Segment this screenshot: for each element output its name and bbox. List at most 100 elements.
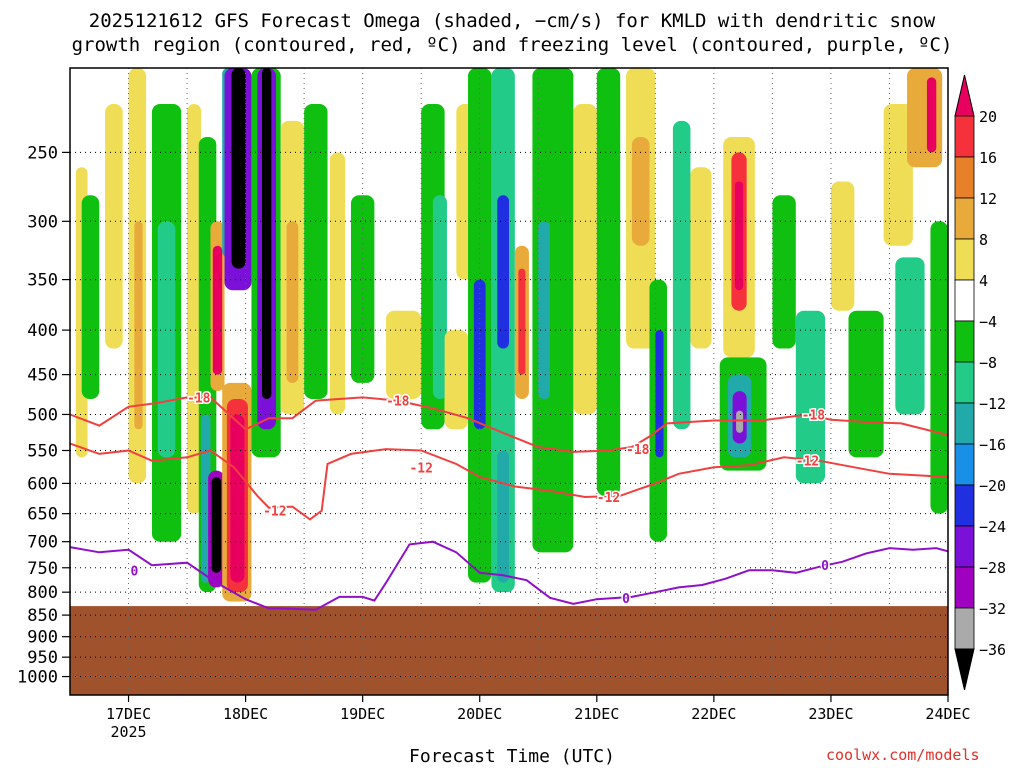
colorbar-top-triangle xyxy=(954,74,975,117)
contour-label-freezing: 0 xyxy=(821,559,829,574)
y-tick-label: 600 xyxy=(27,474,58,494)
x-year-label: 2025 xyxy=(110,723,146,741)
colorbar-swatch xyxy=(954,484,975,527)
colorbar-tick-label: −16 xyxy=(979,436,1006,454)
omega-shade-cell xyxy=(672,120,691,430)
chart-canvas: -18 -18 -18 -18 -12 -12 -12 -12 0 0 0 250 300 350 400 4… xyxy=(17,67,1006,741)
omega-shade-cell xyxy=(81,195,100,400)
x-tick-label: 20DEC xyxy=(457,705,502,723)
colorbar-tick-label: −12 xyxy=(979,395,1006,413)
omega-shade-cell xyxy=(261,68,272,400)
omega-shade-cell xyxy=(286,221,299,383)
y-tick-label: 1000 xyxy=(17,668,58,688)
omega-shade-cell xyxy=(772,195,796,349)
colorbar-swatch xyxy=(954,115,975,158)
y-tick-label: 950 xyxy=(27,648,58,668)
omega-shade-cell xyxy=(329,152,346,415)
colorbar-tick-label: −32 xyxy=(979,600,1006,618)
colorbar-tick-label: −28 xyxy=(979,559,1006,577)
contour-label-freezing: 0 xyxy=(130,564,138,579)
omega-shade-cell xyxy=(231,68,246,269)
colorbar-swatch xyxy=(954,607,975,650)
omega-shade-cell xyxy=(736,410,744,433)
colorbar-swatch xyxy=(954,566,975,609)
omega-shade-cell xyxy=(631,136,650,246)
omega-shade-cell xyxy=(230,414,245,583)
ground-area xyxy=(70,606,948,695)
omega-shade-cell xyxy=(518,268,526,375)
y-tick-label: 850 xyxy=(27,606,58,626)
colorbar-swatch xyxy=(954,279,975,322)
omega-shade-cell xyxy=(134,221,143,430)
contour-label-minus18: -18 xyxy=(626,443,650,458)
contour-label-minus18: -18 xyxy=(386,395,410,410)
colorbar-tick-label: −4 xyxy=(979,313,997,331)
y-tick-label: 350 xyxy=(27,271,58,291)
colorbar-swatch xyxy=(954,320,975,363)
colorbar-tick-label: 8 xyxy=(979,231,988,249)
y-tick-label: 900 xyxy=(27,628,58,648)
omega-shade-cell xyxy=(830,181,855,311)
y-tick-label: 250 xyxy=(27,143,58,163)
colorbar-tick-label: −8 xyxy=(979,354,997,372)
colorbar-tick-label: −24 xyxy=(979,518,1006,536)
colorbar-tick-label: 16 xyxy=(979,149,997,167)
omega-shade-cell xyxy=(386,310,422,400)
colorbar-tick-label: 4 xyxy=(979,272,988,290)
y-tick-label: 700 xyxy=(27,533,58,553)
y-tick-label: 550 xyxy=(27,442,58,462)
colorbar-tick-label: 20 xyxy=(979,108,997,126)
colorbar-swatch xyxy=(954,443,975,486)
omega-shade-cell xyxy=(930,221,948,514)
contour-label-freezing: 0 xyxy=(622,592,630,607)
colorbar-swatch xyxy=(954,361,975,404)
y-tick-label: 650 xyxy=(27,505,58,525)
colorbar-swatch xyxy=(954,238,975,281)
colorbar-swatch xyxy=(954,402,975,445)
x-tick-label: 19DEC xyxy=(340,705,385,723)
omega-shade-cell xyxy=(497,450,509,583)
omega-shade-cell xyxy=(105,104,123,349)
omega-shade-cell xyxy=(497,195,509,349)
y-tick-label: 450 xyxy=(27,366,58,386)
x-tick-label: 17DEC xyxy=(106,705,151,723)
colorbar-swatch xyxy=(954,156,975,199)
x-tick-label: 24DEC xyxy=(925,705,970,723)
omega-shade-cell xyxy=(538,221,550,400)
colorbar-swatch xyxy=(954,525,975,568)
y-tick-label: 400 xyxy=(27,321,58,341)
omega-shade-cell xyxy=(211,477,222,573)
x-tick-label: 21DEC xyxy=(574,705,619,723)
colorbar-bottom-triangle xyxy=(954,648,975,691)
y-tick-label: 500 xyxy=(27,405,58,425)
contour-label-minus18: -18 xyxy=(187,391,211,406)
omega-shade-cell xyxy=(848,310,884,458)
omega-shade-cell xyxy=(473,279,486,430)
colorbar-swatch xyxy=(954,197,975,240)
contour-label-minus12: -12 xyxy=(409,461,432,476)
colorbar-tick-label: −20 xyxy=(979,477,1006,495)
omega-shade-cell xyxy=(596,68,621,496)
omega-shade-cell xyxy=(926,77,937,153)
contour-label-minus12: -12 xyxy=(263,505,286,520)
contour-label-minus12: -12 xyxy=(796,455,819,470)
credit-link[interactable]: coolwx.com/models xyxy=(826,746,980,764)
x-tick-label: 22DEC xyxy=(691,705,736,723)
omega-shade-cell xyxy=(734,181,744,291)
colorbar-tick-label: −36 xyxy=(979,641,1006,659)
contour-label-minus12: -12 xyxy=(597,491,620,506)
omega-shade-cell xyxy=(655,330,664,458)
contour-label-minus18: -18 xyxy=(802,408,826,423)
omega-shade-cell xyxy=(212,245,223,375)
x-tick-label: 23DEC xyxy=(808,705,853,723)
omega-shade-cell xyxy=(690,167,712,349)
omega-shade-cell xyxy=(573,104,597,415)
y-tick-label: 750 xyxy=(27,559,58,579)
colorbar-tick-label: 12 xyxy=(979,190,997,208)
omega-shade-cell xyxy=(895,257,925,415)
omega-shade-cell xyxy=(907,68,943,168)
omega-shade-cell xyxy=(304,104,328,400)
x-tick-label: 18DEC xyxy=(223,705,268,723)
omega-shade-cell xyxy=(157,221,176,458)
y-tick-label: 800 xyxy=(27,583,58,603)
